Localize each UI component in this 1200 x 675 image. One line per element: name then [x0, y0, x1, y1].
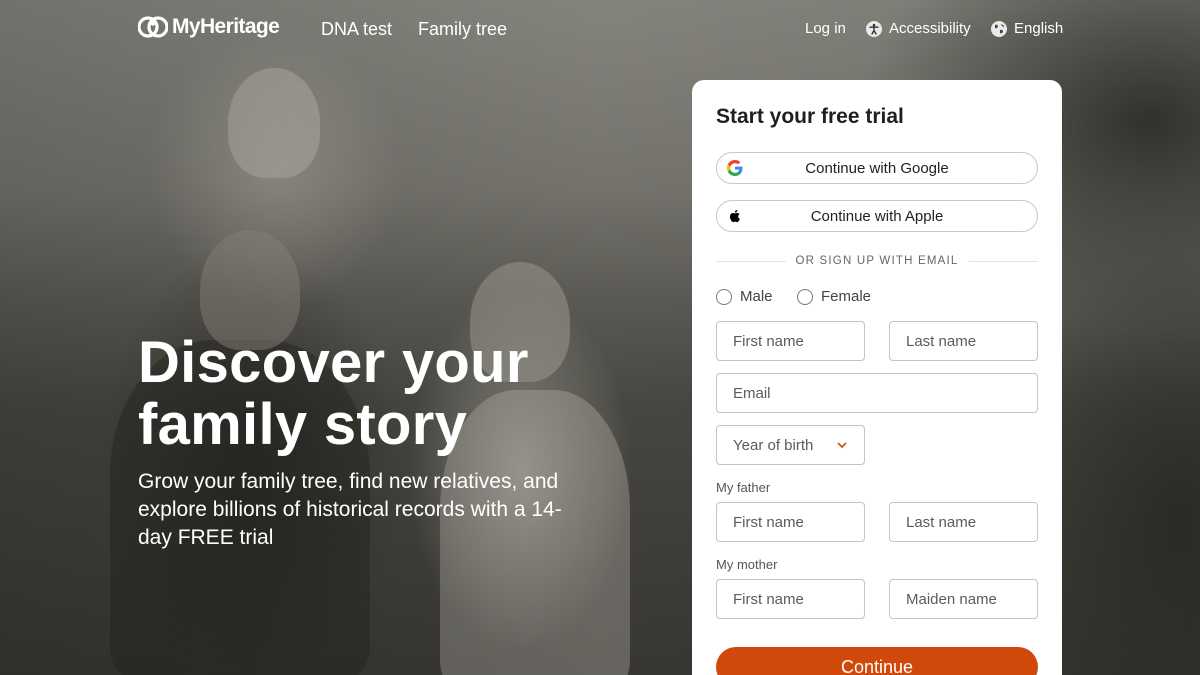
divider-line-right	[968, 260, 1039, 262]
myheritage-logo[interactable]: MyHeritage	[138, 14, 280, 40]
hero-title-line2: family story	[138, 392, 468, 457]
nav-dna-test[interactable]: DNA test	[321, 19, 392, 40]
top-header: MyHeritage DNA test Family tree Log in A…	[0, 0, 1200, 60]
accessibility-button[interactable]: Accessibility	[866, 20, 971, 37]
myheritage-logo-icon	[138, 16, 168, 38]
hero-subtitle: Grow your family tree, find new relative…	[138, 470, 562, 549]
father-first-name-input[interactable]	[716, 502, 865, 542]
email-divider: OR SIGN UP WITH EMAIL	[716, 254, 1039, 268]
mother-maiden-name-input[interactable]	[889, 579, 1038, 619]
apple-icon	[729, 209, 740, 223]
continue-with-apple-button[interactable]: Continue with Apple	[716, 200, 1038, 232]
year-of-birth-label: Year of birth	[733, 436, 814, 454]
father-last-name-input[interactable]	[889, 502, 1038, 542]
divider-line-left	[716, 260, 786, 262]
google-icon	[727, 160, 743, 176]
login-label: Log in	[805, 20, 846, 37]
gender-male-radio[interactable]	[716, 288, 732, 305]
mother-first-name-input[interactable]	[716, 579, 865, 619]
continue-with-google-button[interactable]: Continue with Google	[716, 152, 1038, 184]
login-link[interactable]: Log in	[805, 20, 846, 37]
continue-button[interactable]: Continue	[716, 647, 1038, 675]
globe-icon	[991, 20, 1007, 37]
email-input[interactable]	[716, 373, 1038, 413]
logo-text: MyHeritage	[172, 15, 280, 38]
chevron-down-icon	[837, 442, 847, 449]
my-mother-label: My mother	[716, 557, 778, 572]
first-name-input[interactable]	[716, 321, 865, 361]
gender-male-option[interactable]: Male	[716, 288, 773, 305]
hero-title: Discover your family story	[138, 332, 678, 456]
language-label: English	[1014, 20, 1064, 37]
accessibility-label: Accessibility	[889, 20, 971, 37]
gender-female-label: Female	[821, 288, 872, 305]
gender-female-radio[interactable]	[797, 288, 813, 305]
signup-title: Start your free trial	[716, 105, 904, 128]
gender-female-option[interactable]: Female	[797, 288, 871, 305]
nav-family-tree[interactable]: Family tree	[418, 19, 507, 40]
divider-text: OR SIGN UP WITH EMAIL	[795, 255, 959, 267]
last-name-input[interactable]	[889, 321, 1038, 361]
year-of-birth-select[interactable]: Year of birth	[716, 425, 865, 465]
signup-card: Start your free trial Continue with Goog…	[692, 80, 1062, 675]
hero-title-line1: Discover your	[138, 330, 529, 395]
google-label: Continue with Google	[805, 159, 949, 177]
accessibility-icon	[866, 20, 882, 37]
language-selector[interactable]: English	[991, 20, 1063, 37]
my-father-label: My father	[716, 480, 771, 495]
gender-male-label: Male	[740, 288, 773, 305]
apple-label: Continue with Apple	[810, 207, 944, 225]
